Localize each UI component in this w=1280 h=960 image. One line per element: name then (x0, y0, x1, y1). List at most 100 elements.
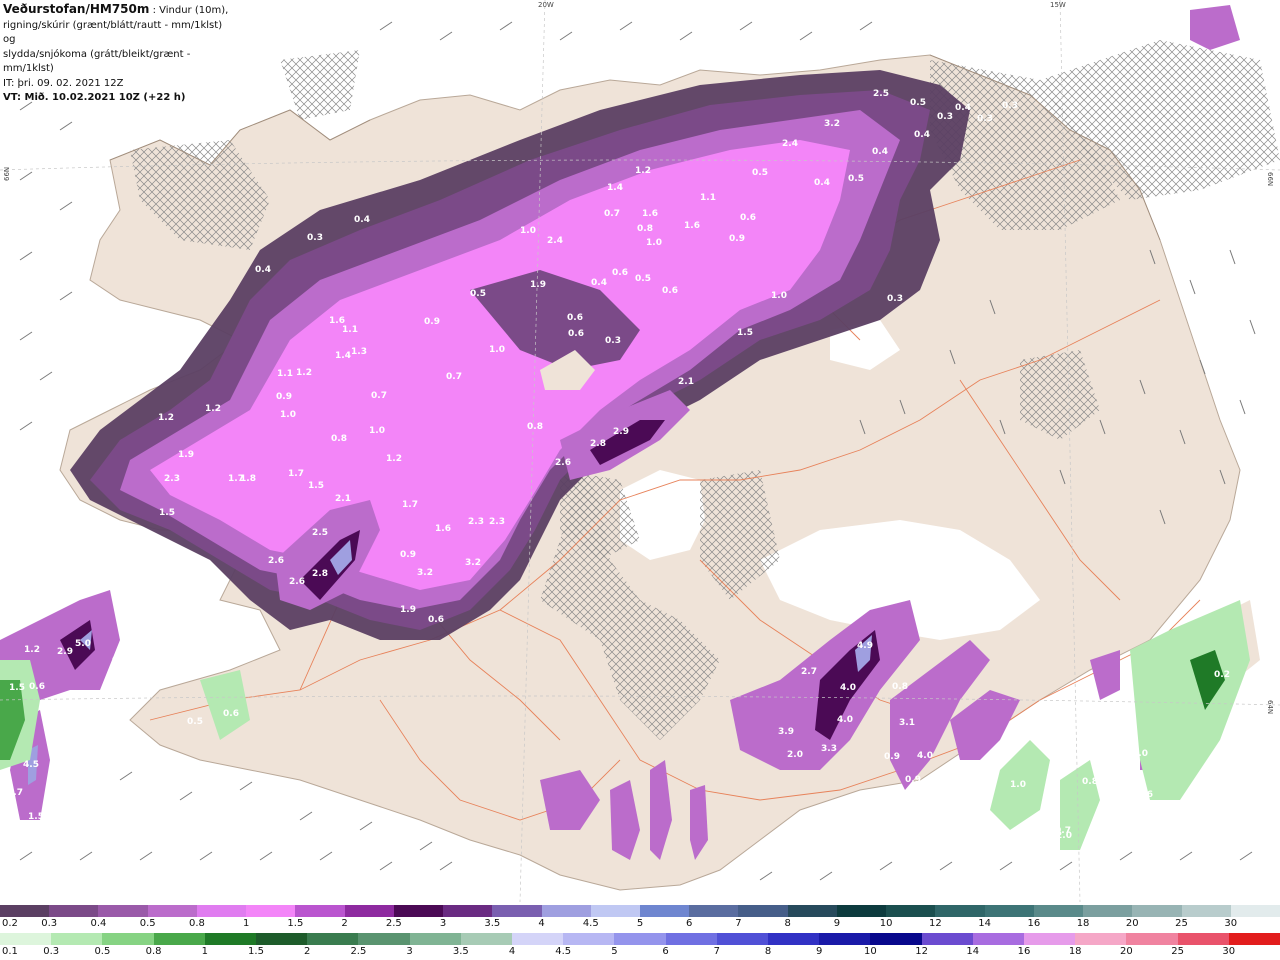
precip-value-label: 0.4 (591, 278, 607, 288)
precip-value-label: 1.3 (351, 347, 367, 357)
legend-label: 0.1 (2, 946, 18, 957)
precip-value-label: 1.2 (296, 368, 312, 378)
precip-value-label: 3.1 (899, 718, 915, 728)
precip-value-label: 2.7 (801, 667, 817, 677)
precip-value-label: 0.8 (1082, 777, 1098, 787)
precip-value-label: 0.6 (612, 268, 628, 278)
precip-value-label: 1.1 (342, 325, 358, 335)
legend-swatch (984, 905, 1035, 917)
precip-value-label: 2.4 (547, 236, 563, 246)
legend-swatch (443, 905, 493, 917)
precip-value-label: 0.7 (446, 372, 462, 382)
grid-label-64n-right: 64N (1266, 700, 1274, 714)
precip-value-label: 4.0 (112, 654, 128, 664)
legend-label: 5 (636, 918, 644, 929)
precip-value-label: 3.2 (824, 119, 840, 129)
legend-swatch (935, 905, 986, 917)
precip-value-label: 1.5 (28, 812, 44, 822)
precip-value-label: 2.8 (312, 569, 328, 579)
precip-value-label: 1.0 (1010, 780, 1026, 790)
precip-value-label: 0.5 (752, 168, 768, 178)
legend-swatch (409, 933, 462, 945)
legend-label: 12 (915, 946, 928, 957)
title-line-2: rigning/skúrir (grænt/blátt/rautt - mm/1… (3, 19, 223, 46)
precip-value-label: 0.5 (848, 174, 864, 184)
precip-value-label: 1.5 (9, 683, 25, 693)
legend-label: 0.8 (188, 918, 205, 929)
precip-value-label: 0.9 (905, 775, 921, 785)
legend-swatch (972, 933, 1025, 945)
precip-value-label: 0.8 (637, 224, 653, 234)
precip-value-label: 0.4 (255, 265, 271, 275)
precip-value-label: 4.0 (837, 715, 853, 725)
legend-label: 2.5 (350, 946, 367, 957)
precip-value-label: 0.9 (884, 752, 900, 762)
precip-value-label: 1.2 (24, 645, 40, 655)
precip-value-label: 0.5 (187, 717, 203, 727)
legend-swatch (1230, 905, 1280, 917)
precip-value-label: 0.6 (29, 682, 45, 692)
precip-value-label: 3.9 (778, 727, 794, 737)
precip-value-label: 2.3 (164, 474, 180, 484)
precip-value-label: 4.5 (23, 760, 39, 770)
precip-value-label: 1.0 (369, 426, 385, 436)
legend-label: 8 (764, 946, 772, 957)
legend-label: 30 (1224, 918, 1238, 929)
legend-label: 8 (784, 918, 791, 929)
precip-value-label: 1.1 (277, 369, 293, 379)
legend-swatch (1083, 905, 1133, 917)
precip-value-label: 1.5 (737, 328, 753, 338)
legend-label: 4.5 (555, 946, 572, 957)
legend-label: 10 (864, 946, 877, 957)
legend-label: 10 (879, 918, 893, 929)
precip-value-label: 1.9 (400, 605, 416, 615)
legend-swatch (921, 933, 974, 945)
legend-label: 5 (611, 946, 618, 957)
precip-value-label: 1.0 (489, 345, 505, 355)
precip-value-label: 4.9 (857, 641, 873, 651)
precip-value-label: 0.5 (122, 535, 138, 545)
legend-swatch (1181, 905, 1232, 917)
legend-label: 9 (816, 946, 823, 957)
legend-label: 4.5 (582, 918, 599, 929)
precip-value-label: 3.2 (465, 558, 481, 568)
precip-value-label: 1.7 (402, 500, 418, 510)
legend-label: 0.5 (139, 918, 156, 929)
legend-label: 7 (713, 946, 720, 957)
precip-value-label: 1.6 (201, 568, 217, 578)
precip-value-label: 1.0 (646, 238, 662, 248)
precip-value-label: 2.9 (613, 427, 629, 437)
legend-label: 9 (833, 918, 841, 929)
grid-label-15w: 15W (1050, 1, 1066, 9)
precip-value-label: 0.6 (1091, 710, 1107, 720)
legend-label: 7 (735, 918, 742, 929)
precip-value-label: 0.3 (887, 294, 903, 304)
rain-legend-colorbar (0, 933, 1280, 945)
precip-value-label: 0.6 (568, 329, 584, 339)
precip-value-label: 2.6 (289, 577, 305, 587)
legend-label: 16 (1017, 946, 1031, 957)
precip-value-label: 2.4 (782, 139, 798, 149)
legend-label: 3 (439, 918, 447, 929)
precip-value-label: 1.2 (158, 413, 174, 423)
legend-label: 30 (1222, 946, 1236, 957)
legend-label: 25 (1175, 918, 1188, 929)
grid-label-66n-right: 66N (1266, 172, 1274, 186)
legend-swatch (358, 933, 411, 945)
precip-value-label: 0.9 (729, 234, 745, 244)
legend-swatch (1126, 933, 1179, 945)
precip-value-label: 0.2 (1214, 670, 1230, 680)
precip-value-label: 1.0 (280, 410, 296, 420)
precip-value-label: 1.4 (607, 183, 623, 193)
legend-label: 2 (341, 918, 348, 929)
precip-value-label: 0.6 (223, 709, 239, 719)
precip-value-label: 0.8 (331, 434, 347, 444)
precip-value-label: 0.6 (662, 286, 678, 296)
precip-value-label: 1.9 (178, 450, 194, 460)
precip-value-label: 0.3 (605, 336, 621, 346)
legend-label: 14 (966, 946, 980, 957)
legend-label: 3 (406, 946, 413, 957)
precip-value-label: 0.5 (635, 274, 651, 284)
precip-value-label: 0.4 (354, 215, 370, 225)
precip-value-label: 2.7 (7, 788, 23, 798)
